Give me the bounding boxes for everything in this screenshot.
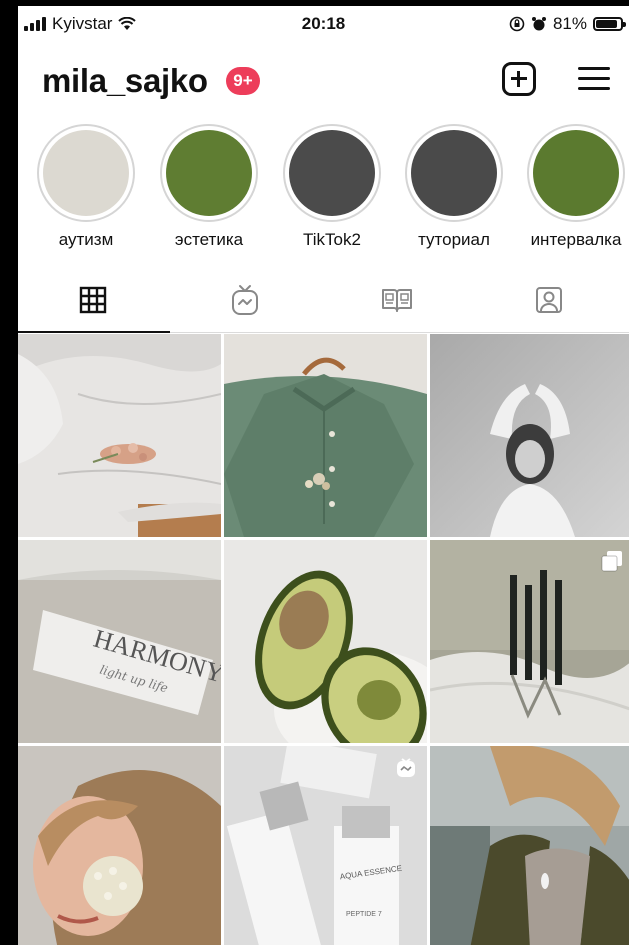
- post-avocado[interactable]: [224, 540, 427, 743]
- post-harmony-candle[interactable]: HARMONY light up life: [18, 540, 221, 743]
- profile-screen: Kyivstar 20:18 81% mila_sajko 9+ аутизм …: [18, 6, 629, 945]
- highlight-autism[interactable]: аутизм: [31, 124, 141, 250]
- profile-tabs: [18, 268, 629, 333]
- active-tab-indicator: [18, 331, 170, 333]
- highlight-cover: [289, 130, 375, 216]
- grid-icon: [79, 286, 107, 314]
- highlight-label: интервалка: [530, 230, 622, 249]
- post-image: [18, 746, 221, 945]
- post-aqua-essence[interactable]: AQUA ESSENCE PEPTIDE 7: [224, 746, 427, 945]
- highlight-cover: [43, 130, 129, 216]
- tab-tagged[interactable]: [474, 268, 624, 332]
- tab-igtv[interactable]: [170, 268, 320, 332]
- highlight-cover: [533, 130, 619, 216]
- post-bed-flowers[interactable]: [18, 334, 221, 537]
- status-bar: Kyivstar 20:18 81%: [18, 6, 629, 40]
- alarm-icon: [531, 17, 546, 31]
- post-image: [430, 334, 629, 537]
- create-post-button[interactable]: [502, 62, 536, 96]
- tab-grid[interactable]: [18, 268, 170, 333]
- menu-icon[interactable]: [578, 66, 610, 92]
- orientation-lock-icon: [509, 16, 525, 32]
- highlight-label: эстетика: [174, 230, 244, 249]
- post-image: [224, 334, 427, 537]
- post-image: HARMONY light up life: [18, 540, 221, 743]
- story-highlights: аутизм эстетика TikTok2 туториал интерва…: [18, 124, 629, 254]
- post-girl-flowers[interactable]: [18, 746, 221, 945]
- notification-badge: 9+: [226, 67, 260, 95]
- highlight-label: туториал: [418, 230, 490, 249]
- carousel-icon: [601, 551, 622, 572]
- highlight-cover: [411, 130, 497, 216]
- battery-percent: 81%: [552, 14, 587, 33]
- highlight-aesthetics[interactable]: эстетика: [154, 124, 264, 250]
- post-text-peptide: PEPTIDE 7: [346, 911, 382, 918]
- highlight-tutorial[interactable]: туториал: [399, 124, 509, 250]
- highlight-label: аутизм: [58, 230, 114, 249]
- post-grid: HARMONY light up life AQUA ESSENCE PEPTI…: [18, 334, 629, 945]
- tagged-person-icon: [536, 287, 562, 313]
- profile-header: mila_sajko 9+: [18, 56, 629, 108]
- post-black-candles[interactable]: [430, 540, 629, 743]
- highlight-cover: [166, 130, 252, 216]
- post-green-shirt[interactable]: [224, 334, 427, 537]
- highlight-interval[interactable]: интервалка: [521, 124, 629, 250]
- igtv-icon: [232, 285, 258, 315]
- tab-guides[interactable]: [322, 268, 472, 332]
- post-image: [18, 334, 221, 537]
- post-girl-jacket[interactable]: [430, 746, 629, 945]
- post-bw-portrait[interactable]: [430, 334, 629, 537]
- username-switcher[interactable]: mila_sajko: [42, 62, 208, 100]
- highlight-tiktok2[interactable]: TikTok2: [277, 124, 387, 250]
- igtv-icon: [397, 758, 415, 777]
- post-image: [430, 746, 629, 945]
- post-image: [430, 540, 629, 743]
- battery-icon: [593, 17, 626, 31]
- post-image: [224, 540, 427, 743]
- highlight-label: TikTok2: [303, 230, 361, 249]
- guides-icon: [382, 289, 412, 312]
